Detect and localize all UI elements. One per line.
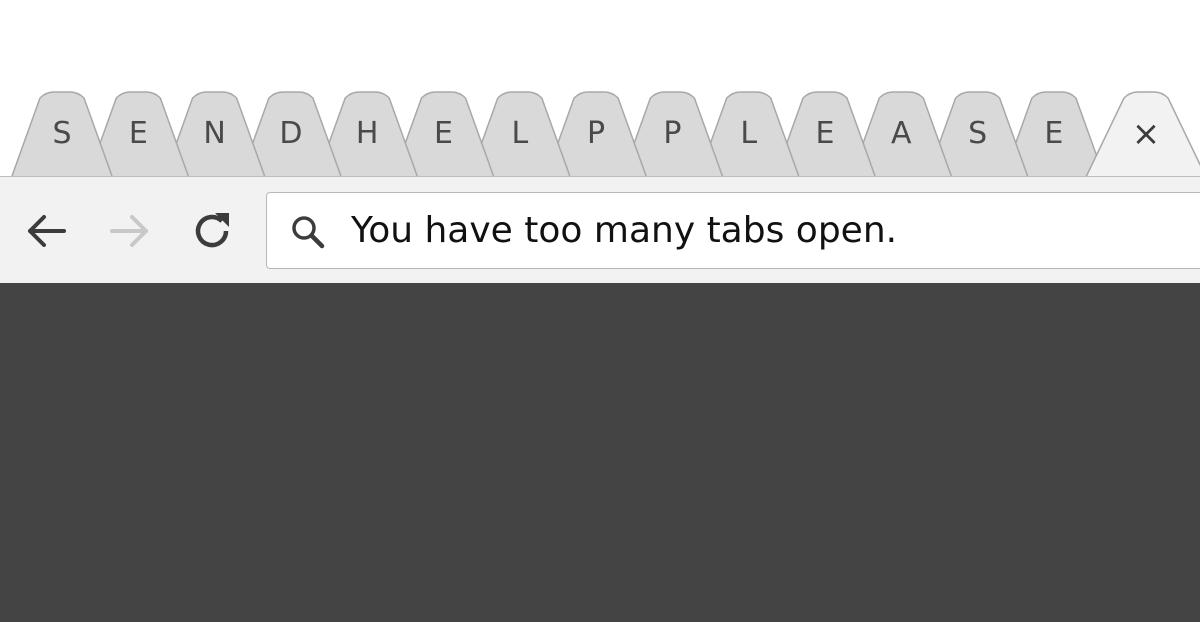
back-button[interactable]	[22, 207, 70, 255]
omnibox[interactable]: You have too many tabs open.	[266, 192, 1200, 269]
tab-label: D	[279, 116, 303, 151]
toolbar: You have too many tabs open.	[0, 176, 1200, 283]
tab-label: S	[52, 116, 72, 151]
tab-label: P	[587, 116, 606, 151]
tab-label: A	[891, 116, 912, 151]
reload-button[interactable]	[188, 207, 236, 255]
forward-button[interactable]	[106, 207, 154, 255]
arrow-right-icon	[110, 215, 148, 247]
arrow-left-icon	[28, 215, 66, 247]
tab-strip: S E N D H E L P P L E A S E ×	[0, 0, 1200, 178]
tab-label: S	[968, 116, 988, 151]
omnibox-text: You have too many tabs open.	[351, 210, 898, 251]
tab-label: N	[203, 116, 226, 151]
search-icon	[292, 216, 325, 249]
tab-label: L	[511, 116, 529, 151]
tab-label: H	[355, 116, 379, 151]
tab-label: E	[815, 116, 835, 151]
reload-icon	[195, 213, 229, 248]
browser-window: SENDHELPPLEASE × You have too many tabs …	[0, 0, 1200, 622]
tab-label: E	[1044, 116, 1064, 151]
tab-label: L	[740, 116, 758, 151]
tab-label: E	[128, 116, 148, 151]
close-tab-button[interactable]: ×	[1128, 114, 1164, 154]
page-content	[0, 283, 1200, 622]
tab-label: P	[663, 116, 682, 151]
tab-label: E	[434, 116, 453, 151]
